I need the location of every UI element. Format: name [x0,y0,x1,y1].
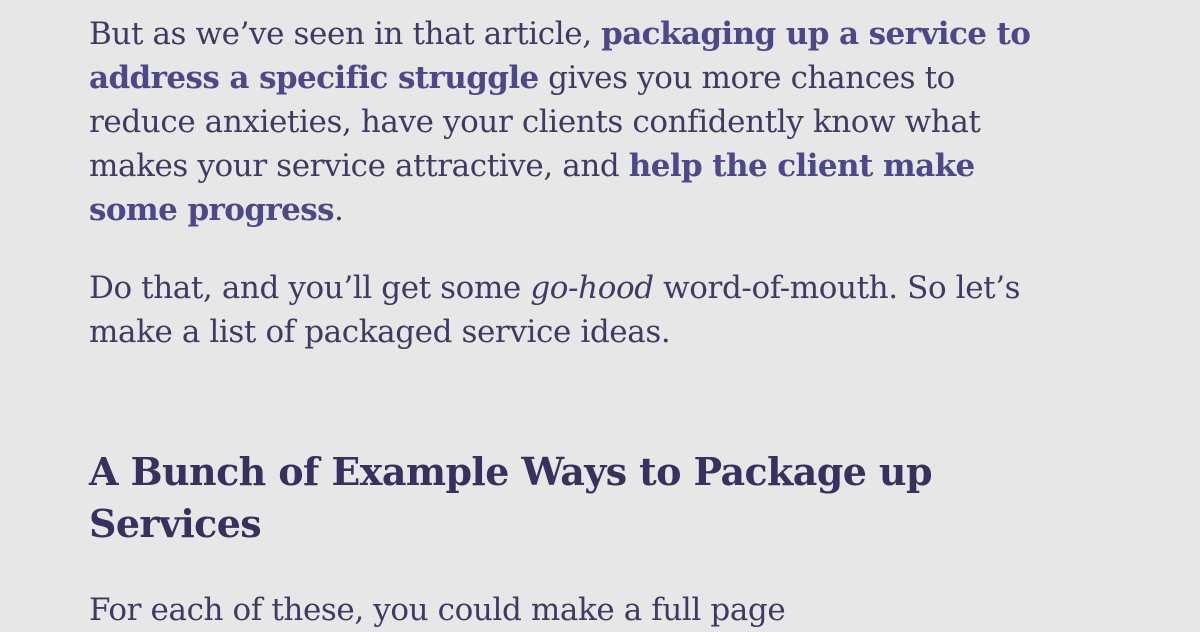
italic-phrase: go-hood [530,270,654,306]
paragraph-text: . [333,192,344,228]
section-intro-paragraph: For each of these, you could make a full… [89,592,786,628]
word-of-mouth-paragraph: Do that, and you’ll get some go-hood wor… [89,266,1049,354]
section-heading: A Bunch of Example Ways to Package up Se… [89,449,933,546]
article-content: But as we’ve seen in that article, packa… [89,12,1049,632]
paragraph-text: Do that, and you’ll get some [89,270,531,306]
intro-paragraph: But as we’ve seen in that article, packa… [89,12,1049,232]
paragraph-text: But as we’ve seen in that article, [89,16,602,52]
